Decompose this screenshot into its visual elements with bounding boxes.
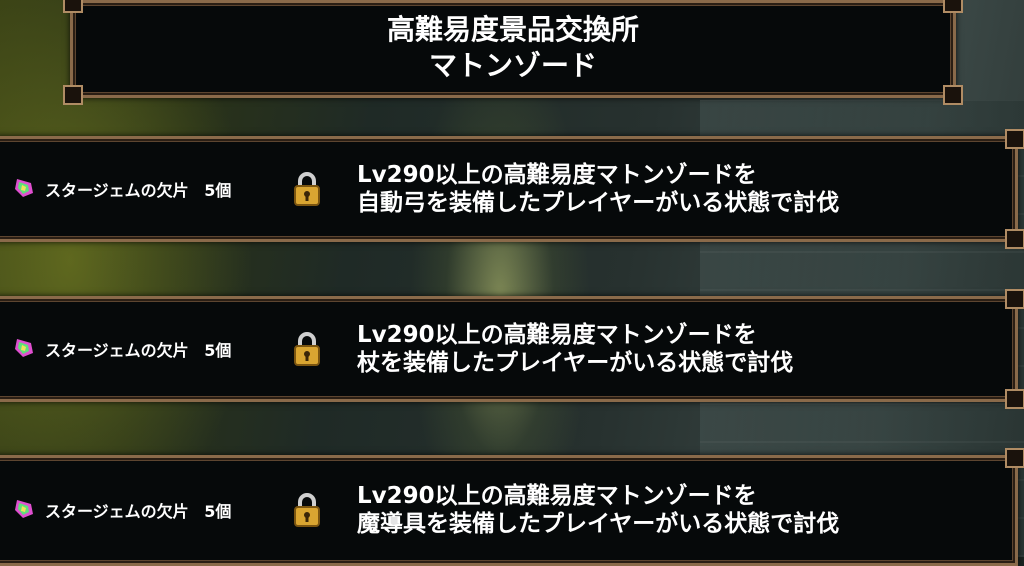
padlock-icon — [294, 172, 320, 206]
page-title: 高難易度景品交換所 — [386, 13, 639, 46]
reward-name: スタージェムの欠片 — [45, 181, 189, 200]
reward-row[interactable]: スタージェムの欠片 5個 Lv290以上の高難易度マトンゾードを 杖を装備したプ… — [0, 289, 1024, 409]
reward-name: スタージェムの欠片 — [45, 502, 189, 521]
condition-line-2: 杖を装備したプレイヤーがいる状態で討伐 — [357, 350, 794, 376]
reward-item-label: スタージェムの欠片 5個 — [45, 498, 231, 522]
star-gem-fragment-icon — [15, 179, 33, 197]
frame-corner — [943, 0, 963, 13]
page-subtitle: マトンゾード — [428, 49, 597, 82]
reward-count: 5個 — [204, 502, 232, 521]
reward-name: スタージェムの欠片 — [45, 341, 189, 360]
frame-corner — [1005, 129, 1024, 149]
frame-corner — [63, 85, 83, 105]
reward-count: 5個 — [204, 341, 232, 360]
frame-corner — [943, 85, 963, 105]
condition-line-2: 自動弓を装備したプレイヤーがいる状態で討伐 — [357, 190, 840, 216]
condition-line-1: Lv290以上の高難易度マトンゾードを — [357, 162, 757, 188]
star-gem-fragment-icon — [15, 339, 33, 357]
padlock-icon — [294, 493, 320, 527]
condition-line-1: Lv290以上の高難易度マトンゾードを — [357, 322, 757, 348]
reward-item-label: スタージェムの欠片 5個 — [45, 177, 231, 201]
condition-line-2: 魔導具を装備したプレイヤーがいる状態で討伐 — [357, 511, 840, 537]
reward-item-label: スタージェムの欠片 5個 — [45, 337, 231, 361]
frame-corner — [1005, 289, 1024, 309]
reward-row[interactable]: スタージェムの欠片 5個 Lv290以上の高難易度マトンゾードを 魔導具を装備し… — [0, 448, 1024, 566]
reward-row[interactable]: スタージェムの欠片 5個 Lv290以上の高難易度マトンゾードを 自動弓を装備し… — [0, 129, 1024, 249]
padlock-icon — [294, 332, 320, 366]
condition-line-1: Lv290以上の高難易度マトンゾードを — [357, 483, 757, 509]
frame-corner — [1005, 448, 1024, 468]
frame-corner — [1005, 389, 1024, 409]
reward-count: 5個 — [204, 181, 232, 200]
title-panel: 高難易度景品交換所 マトンゾード — [63, 0, 963, 105]
frame-corner — [1005, 229, 1024, 249]
star-gem-fragment-icon — [15, 500, 33, 518]
frame-corner — [63, 0, 83, 13]
